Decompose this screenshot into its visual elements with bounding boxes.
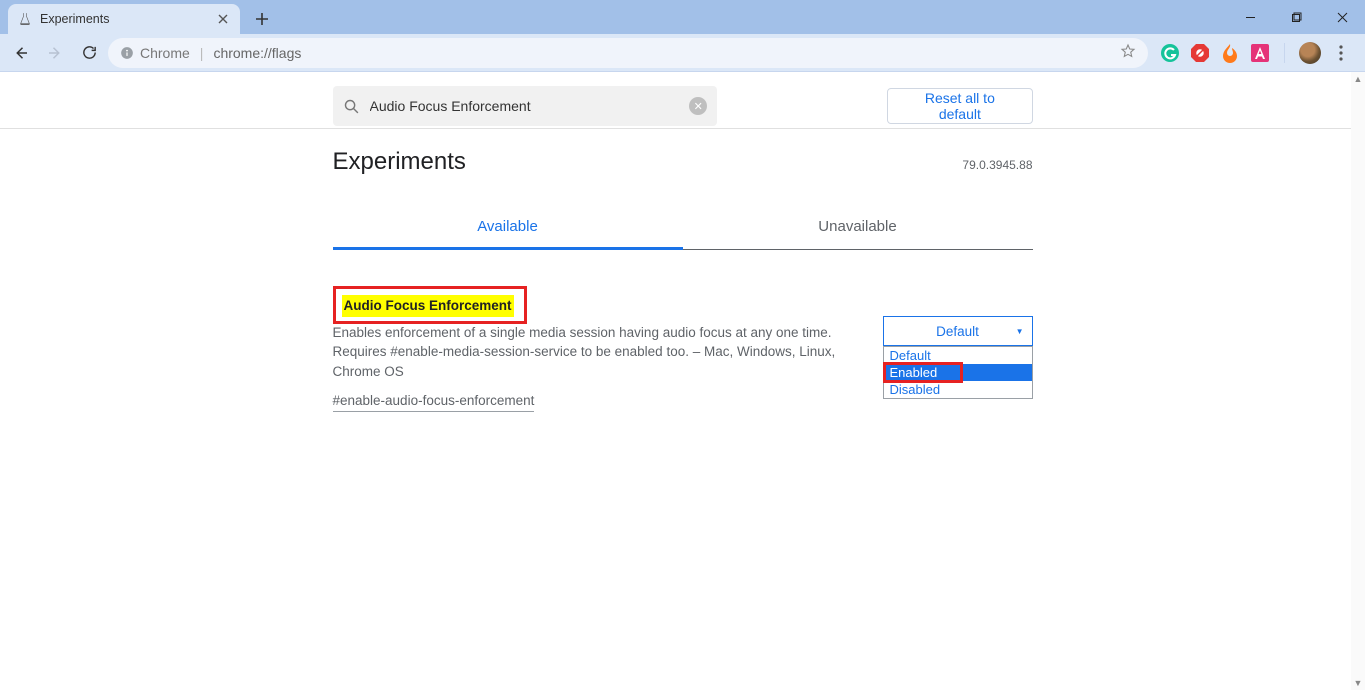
- page-content: ▲ ▼ ✕ Reset all to default Experiments 7…: [0, 72, 1365, 690]
- flags-search-box[interactable]: ✕: [333, 86, 718, 126]
- flag-state-dropdown: Default Enabled Disabled: [883, 346, 1033, 399]
- flags-tabs: Available Unavailable: [333, 206, 1033, 250]
- extension-flame-icon[interactable]: [1220, 43, 1240, 63]
- forward-button[interactable]: [40, 38, 70, 68]
- profile-avatar[interactable]: [1299, 42, 1321, 64]
- site-label: Chrome: [140, 45, 190, 61]
- option-enabled[interactable]: Enabled: [884, 364, 1032, 381]
- close-tab-icon[interactable]: [216, 12, 230, 26]
- site-info-icon[interactable]: Chrome: [120, 45, 190, 61]
- header-divider: [0, 128, 1351, 129]
- flags-search-input[interactable]: [370, 98, 680, 114]
- clear-search-icon[interactable]: ✕: [689, 97, 707, 115]
- browser-tab[interactable]: Experiments: [8, 4, 240, 34]
- new-tab-button[interactable]: [248, 5, 276, 33]
- omnibox-divider: |: [200, 45, 204, 61]
- extension-adblock-icon[interactable]: [1190, 43, 1210, 63]
- reload-button[interactable]: [74, 38, 104, 68]
- address-bar[interactable]: Chrome | chrome://flags: [108, 38, 1148, 68]
- tab-available[interactable]: Available: [333, 206, 683, 250]
- flag-title: Audio Focus Enforcement: [342, 295, 514, 317]
- scroll-down-icon[interactable]: ▼: [1351, 676, 1365, 690]
- maximize-button[interactable]: [1273, 0, 1319, 34]
- search-icon: [343, 98, 360, 115]
- option-default[interactable]: Default: [884, 347, 1032, 364]
- window-titlebar: Experiments: [0, 0, 1365, 34]
- flag-state-value: Default: [936, 324, 979, 339]
- option-disabled[interactable]: Disabled: [884, 381, 1032, 398]
- tab-unavailable[interactable]: Unavailable: [683, 206, 1033, 249]
- page-title: Experiments: [333, 148, 466, 176]
- flask-icon: [18, 12, 32, 26]
- minimize-button[interactable]: [1227, 0, 1273, 34]
- back-button[interactable]: [6, 38, 36, 68]
- extension-icons: [1152, 42, 1359, 64]
- extension-angular-icon[interactable]: [1250, 43, 1270, 63]
- tab-title: Experiments: [40, 12, 208, 26]
- reset-all-button[interactable]: Reset all to default: [887, 88, 1032, 124]
- flag-state-select[interactable]: Default: [883, 316, 1033, 346]
- chrome-version: 79.0.3945.88: [962, 158, 1032, 172]
- flag-description: Enables enforcement of a single media se…: [333, 323, 859, 382]
- extension-separator: [1284, 43, 1285, 63]
- window-controls: [1227, 0, 1365, 34]
- close-window-button[interactable]: [1319, 0, 1365, 34]
- flag-title-highlight: Audio Focus Enforcement: [333, 286, 527, 324]
- bookmark-star-icon[interactable]: [1120, 43, 1136, 62]
- browser-menu-icon[interactable]: [1331, 43, 1351, 63]
- scroll-up-icon[interactable]: ▲: [1351, 72, 1365, 86]
- browser-toolbar: Chrome | chrome://flags: [0, 34, 1365, 72]
- url-text: chrome://flags: [213, 45, 301, 61]
- vertical-scrollbar[interactable]: ▲ ▼: [1351, 72, 1365, 690]
- flag-entry: Audio Focus Enforcement Enables enforcem…: [333, 286, 1033, 412]
- extension-grammarly-icon[interactable]: [1160, 43, 1180, 63]
- flag-permalink[interactable]: #enable-audio-focus-enforcement: [333, 391, 535, 412]
